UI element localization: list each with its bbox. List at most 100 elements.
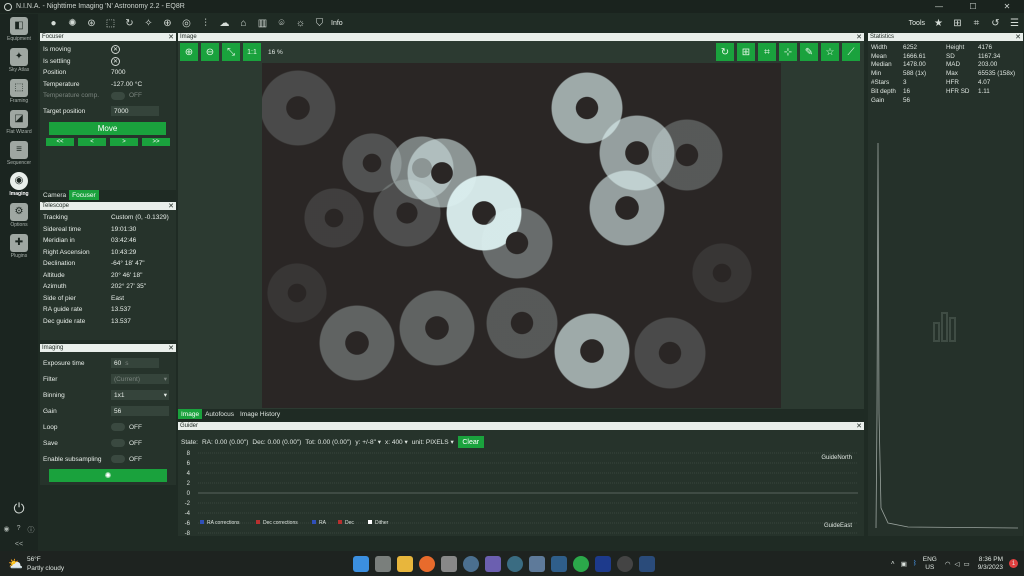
crop-icon[interactable]: ⌗ (758, 43, 776, 61)
windows-start-icon[interactable] (353, 555, 369, 572)
nav-sequencer[interactable]: ≡ Sequencer (0, 138, 38, 168)
x-range-select[interactable]: x: 400 ▾ (385, 438, 408, 446)
unit-select[interactable]: unit: PIXELS ▾ (412, 438, 454, 446)
close-icon[interactable]: ✕ (168, 33, 176, 41)
app-tray-icon[interactable]: ▣ (901, 560, 907, 568)
zoom-out-icon[interactable]: ⊖ (201, 43, 219, 61)
close-icon[interactable]: ✕ (856, 33, 864, 41)
list-icon[interactable]: ☰ (1005, 15, 1024, 31)
minimize-button[interactable]: — (922, 0, 956, 13)
nav-plugins[interactable]: ✚ Plugins (0, 231, 38, 261)
crop-icon[interactable]: ⌗ (967, 15, 986, 31)
binning-select[interactable]: 1x1 ▾ (111, 390, 169, 400)
rotator-icon[interactable]: ⬚ (101, 15, 120, 31)
step-left-large-button[interactable]: << (46, 138, 74, 146)
language[interactable]: ENG (923, 556, 937, 564)
tab-focuser[interactable]: Focuser (69, 190, 99, 200)
step-right-large-button[interactable]: >> (142, 138, 170, 146)
nav-flat-wizard[interactable]: ◪ Flat Wizard (0, 107, 38, 137)
info-icon[interactable]: ⓘ (27, 525, 34, 535)
telescope-icon[interactable]: ↻ (120, 15, 139, 31)
notification-badge[interactable]: 1 (1009, 559, 1018, 568)
weather-icon[interactable]: ⛅ (8, 557, 23, 571)
close-icon[interactable]: ✕ (168, 202, 176, 210)
task-view-icon[interactable] (375, 555, 391, 572)
grid-icon[interactable]: ⊞ (948, 15, 967, 31)
weather-icon[interactable]: ☁ (215, 15, 234, 31)
clock-date[interactable]: 9/3/2023 (978, 564, 1003, 572)
chevron-up-icon[interactable]: ˄ (891, 560, 895, 567)
save-toggle[interactable] (111, 439, 125, 447)
tools-label[interactable]: Tools (909, 20, 925, 27)
history-icon[interactable]: ↺ (986, 15, 1005, 31)
tab-image[interactable]: Image (178, 409, 203, 419)
switch-icon[interactable]: ⊕ (158, 15, 177, 31)
focuser-icon[interactable]: ⊛ (82, 15, 101, 31)
close-icon[interactable]: ✕ (1015, 33, 1023, 41)
flat-device-icon[interactable]: ◎ (177, 15, 196, 31)
maximize-button[interactable]: ☐ (956, 0, 990, 13)
lightbulb-icon[interactable]: ☼ (291, 15, 310, 31)
tab-autofocus[interactable]: Autofocus (202, 409, 237, 419)
chart-icon[interactable]: ▥ (253, 15, 272, 31)
temp-comp-toggle[interactable] (111, 91, 125, 100)
app-icon[interactable] (617, 555, 633, 572)
app-icon[interactable] (639, 555, 655, 572)
subsampling-toggle[interactable] (111, 455, 125, 463)
collapse-icon[interactable]: << (0, 541, 38, 548)
crosshair-icon[interactable]: ⊹ (779, 43, 797, 61)
power-icon[interactable]: ⏻ (0, 500, 38, 517)
eye-icon[interactable]: ◉ (3, 525, 9, 535)
filter-wheel-icon[interactable]: ✺ (63, 15, 82, 31)
app-icon[interactable] (595, 555, 611, 572)
filter-select[interactable]: (Current) ▾ (111, 374, 169, 384)
grid-icon[interactable]: ⊞ (737, 43, 755, 61)
gain-input[interactable]: 56 (111, 406, 169, 416)
safety-monitor-icon[interactable]: ⌾ (272, 15, 291, 31)
loop-toggle[interactable] (111, 423, 125, 431)
close-button[interactable]: ✕ (990, 0, 1024, 13)
app-icon[interactable] (441, 555, 457, 572)
step-right-button[interactable]: > (110, 138, 138, 146)
close-icon[interactable]: ✕ (168, 344, 176, 352)
nav-imaging[interactable]: ◉ Imaging (0, 169, 38, 199)
nina-icon[interactable] (463, 555, 479, 572)
guider-icon[interactable]: ✧ (139, 15, 158, 31)
app-icon[interactable] (551, 555, 567, 572)
refresh-icon[interactable]: ↻ (716, 43, 734, 61)
app-icon[interactable] (507, 555, 523, 572)
tab-image-history[interactable]: Image History (237, 409, 283, 419)
star-icon[interactable]: ☆ (821, 43, 839, 61)
camera-icon[interactable]: ● (44, 15, 63, 31)
nav-sky-atlas[interactable]: ✦ Sky Atlas (0, 45, 38, 75)
nav-framing[interactable]: ⬚ Framing (0, 76, 38, 106)
mixer-icon[interactable]: ⫶ (196, 15, 215, 31)
move-button[interactable]: Move (49, 122, 166, 135)
star-icon[interactable]: ★ (929, 15, 948, 31)
zoom-1-1-button[interactable]: 1:1 (243, 43, 261, 61)
app-icon[interactable] (573, 555, 589, 572)
firefox-icon[interactable] (419, 555, 435, 572)
zoom-in-icon[interactable]: ⊕ (180, 43, 198, 61)
region[interactable]: US (923, 564, 937, 572)
step-left-button[interactable]: < (78, 138, 106, 146)
tab-camera[interactable]: Camera (40, 190, 69, 200)
shield-icon[interactable]: ⛉ (310, 15, 329, 31)
target-position-input[interactable]: 7000 (111, 106, 159, 117)
volume-icon[interactable]: ◁ (955, 560, 960, 568)
capture-button[interactable]: ✺ (49, 469, 167, 482)
exposure-input[interactable]: 60 s (111, 358, 159, 368)
battery-icon[interactable]: ▭ (964, 560, 970, 568)
info-label[interactable]: Info (331, 20, 343, 27)
pen-icon[interactable]: ⟋ (842, 43, 860, 61)
fit-icon[interactable]: ⤡ (222, 43, 240, 61)
app-icon[interactable] (529, 555, 545, 572)
wifi-icon[interactable]: ◠ (945, 560, 951, 568)
dome-icon[interactable]: ⌂ (234, 15, 253, 31)
bluetooth-icon[interactable]: ᛒ (913, 560, 917, 567)
close-icon[interactable]: ✕ (856, 422, 864, 430)
y-scale-select[interactable]: y: +/-8" ▾ (355, 438, 381, 446)
nav-options[interactable]: ⚙ Options (0, 200, 38, 230)
file-explorer-icon[interactable] (397, 555, 413, 572)
clock-time[interactable]: 8:36 PM (978, 556, 1003, 564)
